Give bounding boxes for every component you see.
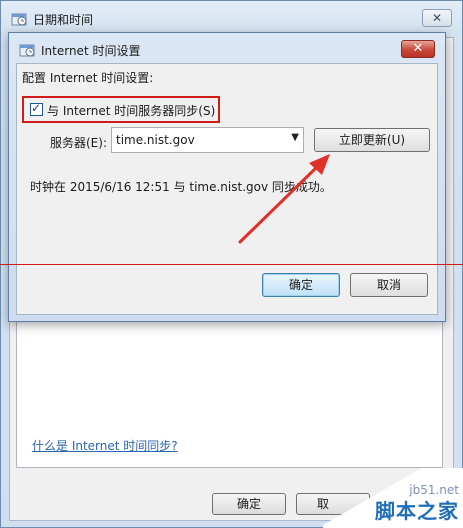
- help-link[interactable]: 什么是 Internet 时间同步?: [32, 437, 178, 454]
- sync-checkbox[interactable]: ✓: [30, 101, 43, 116]
- close-icon: ✕: [431, 11, 443, 25]
- update-now-button[interactable]: 立即更新(U): [314, 128, 430, 152]
- server-label: 服务器(E):: [50, 136, 107, 150]
- clock-icon: [11, 13, 27, 26]
- dialog-ok-button[interactable]: 确定: [262, 273, 340, 297]
- outer-window-title: 日期和时间: [33, 13, 94, 27]
- server-select[interactable]: time.nist.gov ▼: [111, 127, 304, 153]
- annotation-line: [0, 264, 463, 265]
- outer-ok-button[interactable]: 确定: [212, 493, 286, 515]
- dialog-title: Internet 时间设置: [41, 44, 141, 58]
- sync-checkbox-label[interactable]: 与 Internet 时间服务器同步(S): [47, 102, 215, 119]
- dialog-close-button[interactable]: ✕: [401, 40, 435, 58]
- watermark-logo: 脚本之家: [375, 499, 459, 523]
- chevron-down-icon[interactable]: ▼: [291, 132, 299, 143]
- server-value: time.nist.gov: [116, 133, 195, 147]
- dialog-cancel-button[interactable]: 取消: [350, 273, 428, 297]
- clock-icon: [19, 44, 35, 57]
- outer-close-button[interactable]: ✕: [422, 9, 452, 27]
- close-icon: ✕: [412, 41, 424, 56]
- config-label: 配置 Internet 时间设置:: [22, 71, 154, 85]
- checkmark-icon: ✓: [31, 101, 42, 115]
- sync-status-text: 时钟在 2015/6/16 12:51 与 time.nist.gov 同步成功…: [30, 180, 332, 194]
